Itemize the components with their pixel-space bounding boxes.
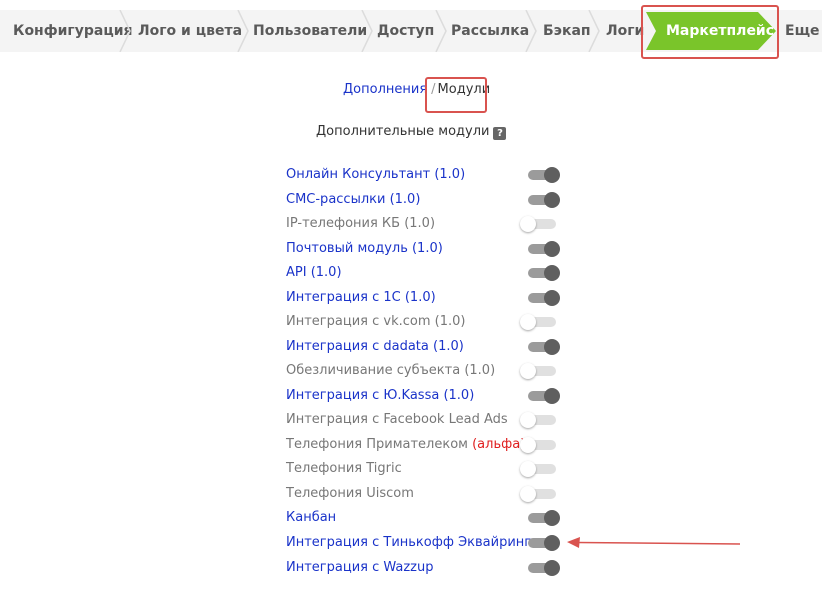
module-label[interactable]: Интеграция с 1С (1.0)	[286, 288, 436, 308]
module-toggle[interactable]	[520, 216, 560, 232]
module-label[interactable]: Канбан	[286, 508, 336, 528]
module-row: Интеграция с Ю.Kassa (1.0)	[286, 386, 586, 406]
module-label[interactable]: Интеграция с Wazzup	[286, 558, 434, 578]
module-label[interactable]: Интеграция с Тинькофф Эквайринг	[286, 533, 531, 553]
tab-logo-colors[interactable]: Лого и цвета	[138, 10, 242, 52]
tab-more[interactable]: Еще	[785, 10, 820, 52]
tab-mailing[interactable]: Рассылка	[451, 10, 529, 52]
module-label-text: Телефония Примателеком	[286, 437, 468, 452]
module-toggle[interactable]	[524, 339, 560, 355]
module-row: API (1.0)	[286, 263, 586, 283]
module-label[interactable]: Почтовый модуль (1.0)	[286, 239, 443, 259]
module-row: Интеграция с 1С (1.0)	[286, 288, 586, 308]
module-label[interactable]: Телефония Tigric	[286, 459, 402, 479]
help-icon[interactable]: ?	[493, 127, 507, 140]
tab-separator	[524, 10, 538, 52]
module-toggle[interactable]	[520, 461, 560, 477]
tab-configuration[interactable]: Конфигурация	[13, 10, 133, 52]
module-toggle[interactable]	[520, 486, 560, 502]
module-row: Телефония Tigric	[286, 459, 586, 479]
module-label[interactable]: Телефония Uiscom	[286, 484, 414, 504]
tab-separator	[434, 10, 448, 52]
module-toggle[interactable]	[524, 388, 560, 404]
subnav-addons-link[interactable]: Дополнения	[343, 82, 427, 97]
tab-logs[interactable]: Логи	[606, 10, 644, 52]
module-row: Интеграция с vk.com (1.0)	[286, 312, 586, 332]
module-row: Интеграция с dadata (1.0)	[286, 337, 586, 357]
module-row: IP-телефония КБ (1.0)	[286, 214, 586, 234]
module-label[interactable]: Обезличивание субъекта (1.0)	[286, 361, 495, 381]
module-label[interactable]: Онлайн Консультант (1.0)	[286, 165, 465, 185]
tab-separator	[236, 10, 250, 52]
module-toggle[interactable]	[520, 314, 560, 330]
module-label[interactable]: Телефония Примателеком (альфа)	[286, 435, 525, 455]
module-label[interactable]: Интеграция с dadata (1.0)	[286, 337, 464, 357]
module-toggle[interactable]	[524, 560, 560, 576]
module-label[interactable]: Интеграция с vk.com (1.0)	[286, 312, 465, 332]
module-row: Интеграция с Facebook Lead Ads	[286, 410, 586, 430]
module-row: Онлайн Консультант (1.0)	[286, 165, 586, 185]
module-row: Интеграция с Wazzup	[286, 558, 586, 578]
module-toggle[interactable]	[524, 510, 560, 526]
module-row: Телефония Uiscom	[286, 484, 586, 504]
module-label[interactable]: API (1.0)	[286, 263, 342, 283]
tab-separator	[118, 10, 132, 52]
module-label[interactable]: СМС-рассылки (1.0)	[286, 190, 420, 210]
tab-access[interactable]: Доступ	[377, 10, 434, 52]
tab-separator	[360, 10, 374, 52]
module-toggle[interactable]	[524, 167, 560, 183]
annotation-arrow-icon	[567, 537, 741, 548]
module-row: Почтовый модуль (1.0)	[286, 239, 586, 259]
module-row: Канбан	[286, 508, 586, 528]
module-toggle[interactable]	[520, 363, 560, 379]
module-toggle[interactable]	[520, 412, 560, 428]
tab-separator	[587, 10, 601, 52]
module-toggle[interactable]	[524, 192, 560, 208]
module-label[interactable]: Интеграция с Facebook Lead Ads	[286, 410, 508, 430]
module-row: Интеграция с Тинькофф Эквайринг	[286, 533, 586, 553]
module-row: СМС-рассылки (1.0)	[286, 190, 586, 210]
tab-backup[interactable]: Бэкап	[543, 10, 591, 52]
subnav-modules-current: Модули	[437, 82, 491, 97]
subnav: Дополнения / Модули	[343, 82, 490, 104]
settings-tab-bar: Конфигурация Лого и цвета Пользователи Д…	[0, 10, 822, 52]
module-toggle[interactable]	[524, 535, 560, 551]
module-toggle[interactable]	[524, 265, 560, 281]
module-toggle[interactable]	[524, 241, 560, 257]
module-toggle[interactable]	[524, 290, 560, 306]
module-row: Телефония Примателеком (альфа)	[286, 435, 586, 455]
module-row: Обезличивание субъекта (1.0)	[286, 361, 586, 381]
tab-users[interactable]: Пользователи	[253, 10, 367, 52]
alpha-badge: (альфа)	[472, 437, 526, 452]
tab-marketplace-label: Маркетплейс	[666, 23, 775, 39]
tab-marketplace[interactable]: Маркетплейс	[646, 12, 776, 50]
section-title: Дополнительные модули?	[316, 124, 507, 140]
module-label[interactable]: Интеграция с Ю.Kassa (1.0)	[286, 386, 474, 406]
subnav-separator: /	[431, 82, 436, 97]
section-title-text: Дополнительные модули	[316, 124, 490, 139]
module-label[interactable]: IP-телефония КБ (1.0)	[286, 214, 435, 234]
module-toggle[interactable]	[520, 437, 560, 453]
